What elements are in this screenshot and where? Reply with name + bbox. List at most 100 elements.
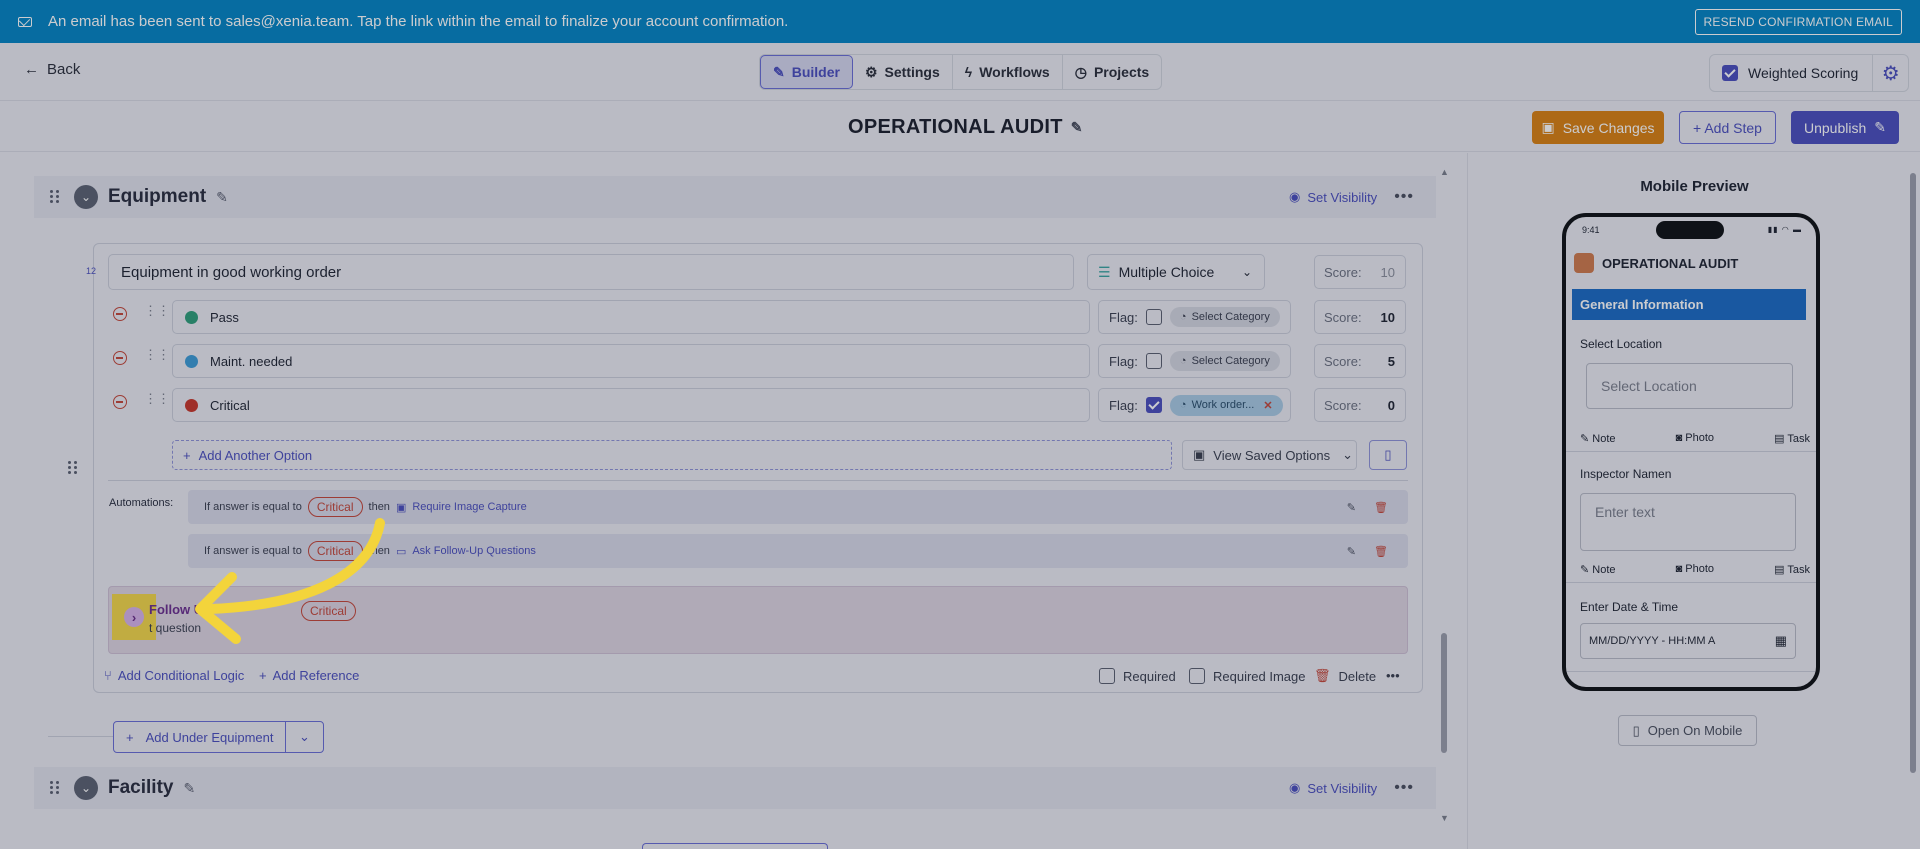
add-step-button[interactable]: + Add Step [1679,111,1776,144]
tab-projects[interactable]: ◷ Projects [1063,55,1161,89]
trash-icon[interactable]: 🗑 [1374,545,1388,558]
checkbox[interactable] [1099,668,1115,684]
select-category-chip[interactable]: ◔ Select Category [1169,351,1280,371]
edit-icon[interactable]: ✎ [1347,545,1356,558]
open-mobile-label: Open On Mobile [1647,723,1743,738]
automation-row[interactable]: If answer is equal to Critical then ▣ Req… [188,490,1408,524]
more-options-icon[interactable]: ••• [1394,188,1414,206]
option-color-dot[interactable] [185,310,198,324]
banner-message: An email has been sent to sales@xenia.te… [48,13,789,30]
unpublish-button[interactable]: Unpublish ✎ [1791,111,1899,144]
question-type-select[interactable]: ☰ Multiple Choice ⌄ [1087,254,1265,290]
remove-option-icon[interactable] [113,395,127,409]
flag-checkbox[interactable] [1145,353,1162,369]
phone-text-input[interactable]: Enter text [1580,493,1796,551]
drag-handle-icon[interactable]: ⋮⋮ [144,303,170,319]
option-color-dot[interactable] [185,398,198,412]
option-score-field[interactable]: Score: 10 [1314,300,1406,334]
drag-handle-icon[interactable] [50,781,60,795]
pencil-icon[interactable]: ✎ [216,189,228,206]
builder-scrollbar[interactable]: ▲ ▼ [1440,167,1449,823]
tool-label: Note [1592,564,1616,576]
collapse-chevron-icon[interactable]: ⌄ [74,776,98,800]
add-reference-button[interactable]: + Add Reference [259,668,359,683]
add-under-main[interactable]: + Add Under Equipment [114,722,286,752]
score-label: Score: [1324,397,1362,413]
calendar-icon[interactable]: ▦ [1775,633,1787,649]
tab-builder[interactable]: ✎ Builder [760,55,853,89]
question-score-field[interactable]: Score: 10 [1314,255,1406,289]
note-button[interactable]: ✎ Note [1580,563,1616,576]
scroll-down-icon[interactable]: ▼ [1440,813,1449,823]
section-header-facility[interactable]: ⌄ Facility ✎ ◉ Set Visibility ••• [34,767,1436,809]
add-under-equipment-button[interactable]: + Add Under Equipment ⌄ [113,721,324,753]
scrollbar-thumb[interactable] [1441,633,1447,753]
drag-handle-icon[interactable] [50,190,60,204]
open-on-mobile-button[interactable]: ▯ Open On Mobile [1618,715,1757,746]
drag-handle-icon[interactable]: ⋮⋮ [144,391,170,407]
builder-tabs: ✎ Builder ⚙ Settings ϟ Workflows ◷ Proje… [759,54,1163,90]
scroll-up-icon[interactable]: ▲ [1440,167,1449,177]
trash-icon[interactable]: 🗑 [1374,501,1388,514]
collapse-chevron-icon[interactable]: ⌄ [74,185,98,209]
weighted-scoring-checkbox[interactable] [1722,65,1738,81]
save-changes-button[interactable]: ▣ Save Changes [1532,111,1664,144]
task-button[interactable]: ▤ Task [1774,563,1810,576]
view-saved-options-select[interactable]: ▣ View Saved Options ⌄ [1182,440,1357,470]
follow-up-subtitle: t question [149,621,202,635]
tab-label: Workflows [979,64,1050,80]
checkbox[interactable] [1189,668,1205,684]
work-order-chip[interactable]: ◔ Work order... ✕ [1169,394,1283,416]
tab-workflows[interactable]: ϟ Workflows [953,55,1063,89]
scoring-settings-gear-icon[interactable]: ⚙ [1872,55,1908,91]
option-score-field[interactable]: Score: 0 [1314,388,1406,422]
select-category-chip[interactable]: ◔ Select Category [1169,307,1280,327]
more-options-icon[interactable]: ••• [1386,668,1400,683]
photo-button[interactable]: ◙ Photo [1676,563,1714,576]
note-button[interactable]: ✎ Note [1580,432,1616,445]
task-button[interactable]: ▤ Task [1774,432,1810,445]
remove-chip-icon[interactable]: ✕ [1263,399,1272,412]
add-another-option-button[interactable]: + Add Another Option [172,440,1172,470]
bookmark-icon[interactable]: ▯ [1369,440,1407,470]
unpublish-icon: ✎ [1874,119,1886,135]
weighted-scoring-toggle[interactable]: Weighted Scoring ⚙ [1709,54,1910,92]
drag-handle-icon[interactable]: ⋮⋮ [144,347,170,363]
tool-label: Photo [1685,432,1715,444]
remove-option-icon[interactable] [113,351,127,365]
phone-date-input[interactable]: MM/DD/YYYY - HH:MM A ▦ [1580,623,1796,659]
option-row[interactable]: Pass [172,300,1090,334]
add-conditional-logic-button[interactable]: ⑂ Add Conditional Logic [104,668,244,683]
section-header-equipment[interactable]: ⌄ Equipment ✎ ◉ Set Visibility ••• [34,176,1436,218]
required-image-checkbox[interactable]: Required Image [1189,668,1306,684]
option-row[interactable]: Critical [172,388,1090,422]
remove-option-icon[interactable] [113,307,127,321]
preview-scrollbar[interactable] [1910,173,1916,793]
resend-confirmation-button[interactable]: RESEND CONFIRMATION EMAIL [1694,9,1902,35]
phone-select-location[interactable]: Select Location [1586,363,1793,409]
more-options-icon[interactable]: ••• [1394,779,1414,797]
flag-checkbox[interactable] [1145,309,1162,325]
pencil-icon[interactable]: ✎ [1071,119,1083,136]
photo-button[interactable]: ◙ Photo [1676,432,1714,445]
edit-icon[interactable]: ✎ [1347,501,1356,514]
option-row[interactable]: Maint. needed [172,344,1090,378]
chevron-down-icon[interactable]: ⌄ [286,729,323,745]
option-score-field[interactable]: Score: 5 [1314,344,1406,378]
delete-question-button[interactable]: 🗑 Delete [1314,668,1376,684]
option-color-dot[interactable] [185,354,198,368]
page-title: OPERATIONAL AUDIT ✎ [848,116,1083,139]
required-checkbox[interactable]: Required [1099,668,1176,684]
set-visibility-button[interactable]: ◉ Set Visibility ••• [1289,188,1414,206]
flag-checkbox-checked[interactable] [1145,397,1162,413]
question-drag-handle-icon[interactable] [68,461,78,475]
automation-row[interactable]: If answer is equal to Critical then ▭ Ask… [188,534,1408,568]
automation-value-pill: Critical [307,541,363,561]
bottom-button-edge[interactable] [642,843,828,849]
tab-settings[interactable]: ⚙ Settings [853,55,953,89]
scrollbar-thumb[interactable] [1910,173,1916,773]
back-button[interactable]: ← Back [24,61,80,78]
question-title-input[interactable]: Equipment in good working order [108,254,1074,290]
pencil-icon[interactable]: ✎ [183,780,195,797]
set-visibility-button[interactable]: ◉ Set Visibility ••• [1289,779,1414,797]
